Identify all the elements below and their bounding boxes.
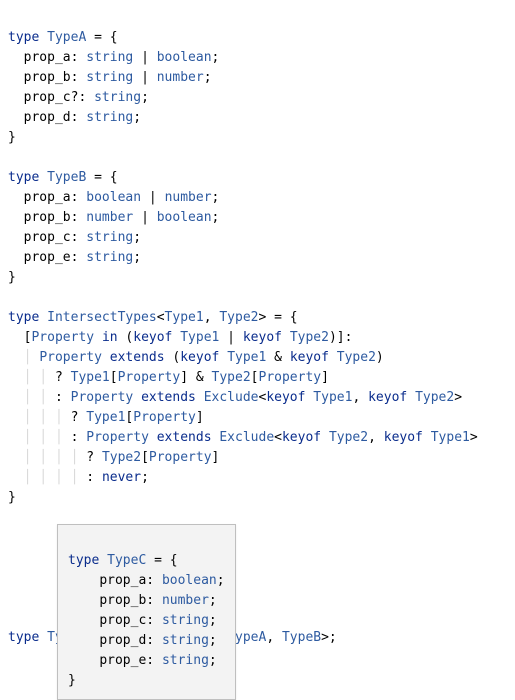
typename-a: TypeA	[47, 30, 86, 45]
line: │ │ │ │ : never;	[8, 470, 149, 485]
blank-line	[8, 290, 16, 305]
line: }	[8, 270, 16, 285]
blank-line	[8, 590, 16, 605]
hover-tooltip: type TypeC = { prop_a: boolean; prop_b: …	[57, 524, 236, 700]
prop: prop_a	[24, 190, 71, 205]
type-string: string	[86, 50, 133, 65]
line: prop_d: string;	[8, 110, 141, 125]
line: }	[8, 130, 16, 145]
blank-line	[8, 150, 16, 165]
line: type IntersectTypes<Type1, Type2> = {	[8, 310, 298, 325]
blank-line	[8, 550, 16, 565]
line: prop_a: string | boolean;	[8, 50, 219, 65]
line: prop_b: string | number;	[8, 70, 212, 85]
line: type TypeB = {	[8, 170, 118, 185]
blank-line	[8, 610, 16, 625]
line: [Property in (keyof Type1 | keyof Type2)…	[8, 330, 352, 345]
tooltip-line: prop_d: string;	[68, 633, 217, 648]
tooltip-line: type TypeC = {	[68, 553, 178, 568]
tooltip-line: prop_a: boolean;	[68, 573, 225, 588]
line: │ │ ? Type1[Property] & Type2[Property]	[8, 370, 329, 385]
type-boolean: boolean	[157, 50, 212, 65]
prop: prop_b	[24, 70, 71, 85]
line: type TypeA = {	[8, 30, 118, 45]
line: │ Property extends (keyof Type1 & keyof …	[8, 350, 384, 365]
typename-intersect: IntersectTypes	[47, 310, 157, 325]
prop: prop_a	[24, 50, 71, 65]
line: }	[8, 490, 16, 505]
prop: prop_b	[24, 210, 71, 225]
keyword-type: type	[8, 30, 39, 45]
line: prop_a: boolean | number;	[8, 190, 219, 205]
tooltip-line: prop_b: number;	[68, 593, 217, 608]
tooltip-line: }	[68, 673, 76, 688]
line: prop_e: string;	[8, 250, 141, 265]
blank-line	[8, 510, 16, 525]
prop: prop_e	[24, 250, 71, 265]
prop: prop_d	[24, 110, 71, 125]
line: │ │ │ │ ? Type2[Property]	[8, 450, 219, 465]
prop: prop_c?	[24, 90, 79, 105]
blank-line	[8, 530, 16, 545]
line: prop_b: number | boolean;	[8, 210, 219, 225]
punct: = {	[86, 30, 117, 45]
tooltip-line: prop_e: string;	[68, 653, 217, 668]
line: prop_c: string;	[8, 230, 141, 245]
line: │ │ : Property extends Exclude<keyof Typ…	[8, 390, 462, 405]
line: prop_c?: string;	[8, 90, 149, 105]
typename-b: TypeB	[47, 170, 86, 185]
line: │ │ │ : Property extends Exclude<keyof T…	[8, 430, 478, 445]
prop: prop_c	[24, 230, 71, 245]
tooltip-line: prop_c: string;	[68, 613, 217, 628]
blank-line	[8, 570, 16, 585]
line: │ │ │ ? Type1[Property]	[8, 410, 204, 425]
